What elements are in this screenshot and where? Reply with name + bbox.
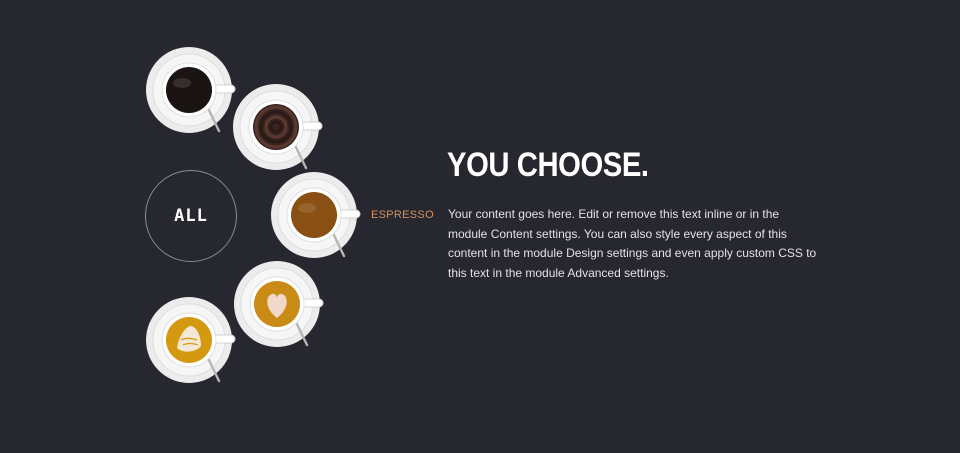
coffee-liquid <box>291 192 337 238</box>
espresso-cup-graphic <box>271 172 361 258</box>
espresso-cup[interactable] <box>266 165 366 265</box>
latte-heart-cup[interactable] <box>229 254 329 354</box>
all-filter-label: ALL <box>174 206 208 226</box>
latte-art-cup-graphic <box>146 297 236 383</box>
coffee-shine <box>173 78 191 88</box>
coffee-chooser-section: ALL ESPRESSO YOU CHOOSE. Your content go… <box>0 0 960 453</box>
black-coffee-cup[interactable] <box>141 40 241 140</box>
chocolate-swirl-cup-graphic <box>233 84 323 170</box>
black-coffee-cup-graphic <box>146 47 236 133</box>
page-heading: YOU CHOOSE. <box>447 146 649 184</box>
coffee-shine <box>298 203 316 213</box>
latte-art-cup[interactable] <box>141 290 241 390</box>
espresso-label[interactable]: ESPRESSO <box>371 209 434 221</box>
latte-heart-cup-graphic <box>234 261 324 347</box>
coffee-liquid <box>166 67 212 113</box>
body-text: Your content goes here. Edit or remove t… <box>448 207 817 280</box>
chocolate-swirl-cup[interactable] <box>228 77 328 177</box>
all-filter-button[interactable]: ALL <box>145 170 237 262</box>
